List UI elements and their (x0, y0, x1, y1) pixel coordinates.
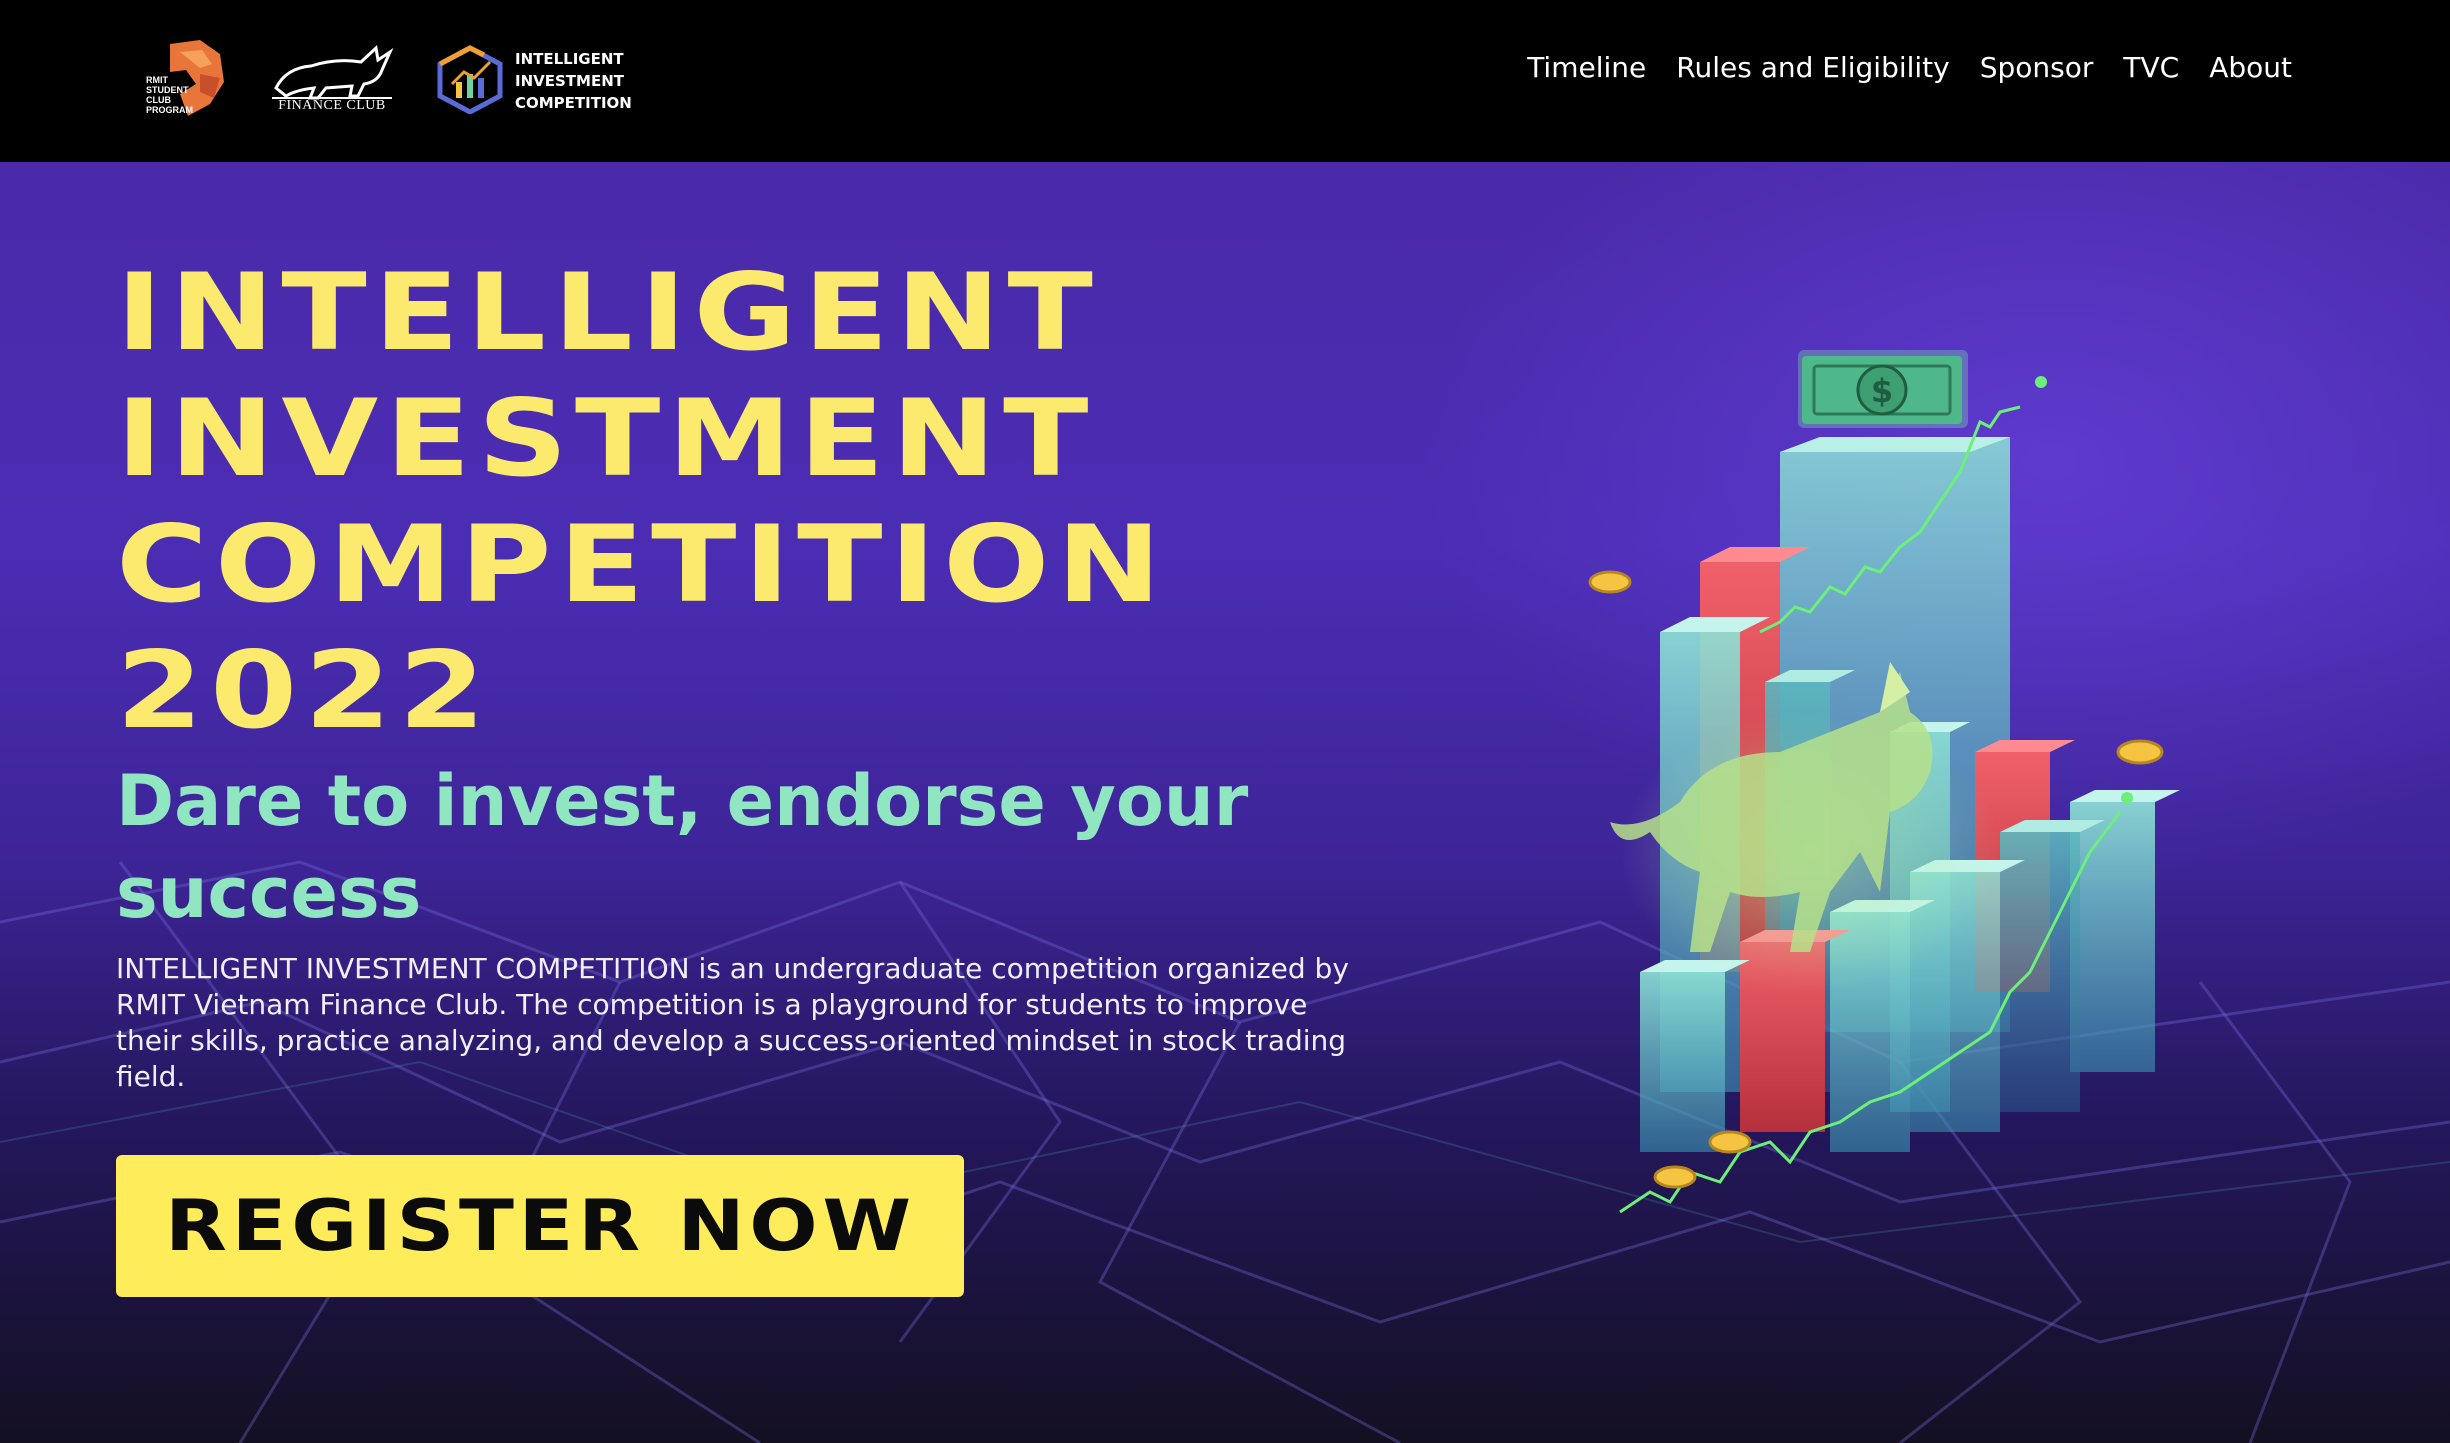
logo-text-line: STUDENT (146, 85, 189, 95)
logo-text-line: COMPETITION (515, 94, 632, 112)
logo-text-line: RMIT (146, 75, 168, 85)
title-line: COMPETITION (116, 503, 1169, 626)
main-nav: Timeline Rules and Eligibility Sponsor T… (1527, 44, 2292, 92)
competition-logo[interactable] (434, 44, 506, 114)
logo-text-line: INTELLIGENT (515, 50, 624, 68)
site-header: RMIT STUDENT CLUB PROGRAM FINANCE CLUB I… (0, 0, 2450, 162)
nav-about[interactable]: About (2209, 44, 2292, 92)
hero-section: INTELLIGENT INVESTMENT COMPETITION 2022 … (0, 162, 2450, 1443)
register-now-button[interactable]: REGISTER NOW (116, 1155, 964, 1297)
hero-title: INTELLIGENT INVESTMENT COMPETITION 2022 (116, 250, 1168, 754)
nav-sponsor[interactable]: Sponsor (1980, 44, 2094, 92)
chart-bar (2070, 790, 2180, 1072)
finance-club-logo-text: FINANCE CLUB (278, 98, 386, 113)
logo-text-line: INVESTMENT (515, 72, 624, 90)
nav-tvc[interactable]: TVC (2123, 44, 2179, 92)
svg-text:$: $ (1871, 372, 1893, 410)
logo-text-line: PROGRAM (146, 105, 193, 115)
hero-subtitle: Dare to invest, endorse your success (116, 760, 1249, 934)
hero-description: INTELLIGENT INVESTMENT COMPETITION is an… (116, 952, 1349, 1093)
nav-rules-and-eligibility[interactable]: Rules and Eligibility (1676, 44, 1949, 92)
title-line: INTELLIGENT (116, 251, 1100, 374)
nav-timeline[interactable]: Timeline (1527, 44, 1646, 92)
logo-text-line: CLUB (146, 95, 171, 105)
stock-line-endpoint (2035, 376, 2047, 388)
dollar-bill-icon: $ (1798, 350, 1968, 428)
competition-logo-text: INTELLIGENT INVESTMENT COMPETITION (515, 48, 632, 114)
rmit-logo-text: RMIT STUDENT CLUB PROGRAM (146, 75, 206, 115)
register-button-label: REGISTER NOW (164, 1185, 916, 1267)
stock-illustration: $ (1588, 350, 2180, 1214)
title-line: INVESTMENT (116, 377, 1096, 500)
stock-line-endpoint (2121, 792, 2133, 804)
title-line: 2022 (116, 629, 493, 752)
